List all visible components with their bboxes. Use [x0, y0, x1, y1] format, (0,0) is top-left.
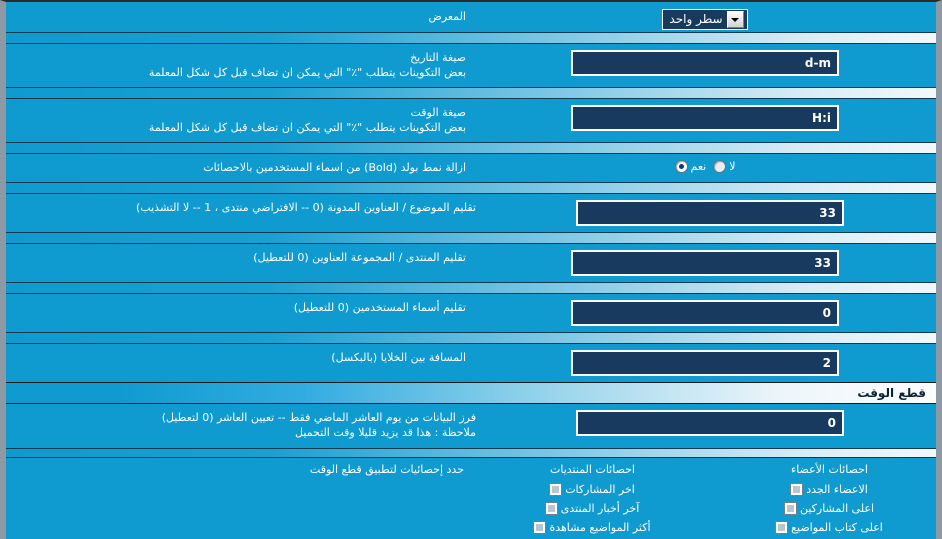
bold-removal-label-cell: ازالة نمط بولد (Bold) من اسماء المستخدمي… [6, 158, 474, 175]
row-time-slice: فرز البيانات من يوم العاشر الماضي فقط --… [6, 404, 936, 448]
radio-option-yes[interactable]: نعم [674, 160, 707, 173]
cell-spacing-input[interactable] [571, 350, 839, 376]
separator-1 [6, 32, 936, 44]
date-format-input[interactable] [571, 50, 839, 76]
trim-forum-input[interactable] [571, 250, 839, 276]
radio-no-icon[interactable] [713, 160, 727, 173]
checkbox-new-members[interactable] [791, 484, 803, 495]
radio-option-no[interactable]: لا [713, 160, 736, 173]
checkbox-label: الاعضاء الجدد [806, 483, 868, 496]
time-format-input[interactable] [571, 105, 839, 131]
radio-yes-label: نعم [690, 160, 707, 173]
time-slice-control-cell [484, 408, 936, 436]
display-mode-select[interactable]: سطر واحد [662, 9, 748, 30]
checkbox-top-thread-starters[interactable] [776, 522, 788, 533]
bold-removal-label: ازالة نمط بولد (Bold) من اسماء المستخدمي… [203, 161, 466, 174]
trim-forum-label-cell: تقليم المنتدى / المجموعة العناوين (0 للت… [6, 248, 474, 265]
row-trim-thread-titles: تقليم الموضوع / العناوين المدونة (0 -- ا… [6, 194, 936, 232]
row-trim-forum-titles: تقليم المنتدى / المجموعة العناوين (0 للت… [6, 244, 936, 282]
separator-7 [6, 332, 936, 344]
time-slice-heading: قطع الوقت [857, 386, 926, 400]
trim-thread-input[interactable] [576, 200, 844, 226]
checkbox-row[interactable]: اخر المشاركات [474, 480, 711, 499]
radio-yes-icon[interactable] [674, 160, 688, 173]
time-slice-label-cell: فرز البيانات من يوم العاشر الماضي فقط --… [6, 408, 484, 440]
trim-forum-label: تقليم المنتدى / المجموعة العناوين (0 للت… [253, 251, 466, 264]
display-mode-label: المعرض [428, 10, 466, 23]
checkbox-label: اخر المشاركات [565, 483, 635, 496]
checkbox-most-viewed-threads[interactable] [534, 522, 546, 533]
stats-selection-columns: احصائات المنتديات اخر المشاركات آخر أخبا… [474, 460, 936, 539]
checkbox-latest-forum-news[interactable] [545, 503, 557, 514]
trim-thread-label: تقليم الموضوع / العناوين المدونة (0 -- ا… [136, 201, 476, 214]
time-slice-note: ملاحظة : هذا قد يزيد قليلا وقت التحميل [295, 426, 476, 439]
date-format-label-cell: صيغة التاريخ بعض التكوينات يتطلب "٪" الت… [6, 48, 474, 80]
checkbox-row[interactable]: اعلى المشاركين [711, 499, 936, 518]
row-bold-removal: ازالة نمط بولد (Bold) من اسماء المستخدمي… [6, 154, 936, 182]
row-trim-usernames: تقليم أسماء المستخدمين (0 للتعطيل) [6, 294, 936, 332]
time-format-label: صيغة الوقت [410, 106, 466, 119]
checkbox-label: أكثر المواضيع مشاهدة [549, 521, 651, 534]
stats-column-members: احصائات الأعضاء الاعضاء الجدد اعلى المشا… [711, 460, 936, 539]
trim-usernames-label: تقليم أسماء المستخدمين (0 للتعطيل) [293, 301, 466, 314]
time-slice-section-header: قطع الوقت [6, 382, 936, 404]
radio-no-label: لا [729, 160, 736, 173]
stats-column-forums: احصائات المنتديات اخر المشاركات آخر أخبا… [474, 460, 711, 539]
checkbox-label: آخر أخبار المنتدى [560, 502, 640, 515]
bold-removal-radio-group: نعم لا [674, 160, 736, 173]
cell-spacing-label: المسافة بين الخلايا (بالبكسل) [331, 351, 466, 364]
cell-spacing-control-cell [474, 348, 936, 376]
bold-removal-control-cell: نعم لا [474, 158, 936, 173]
row-cell-spacing: المسافة بين الخلايا (بالبكسل) [6, 344, 936, 382]
row-date-format: صيغة التاريخ بعض التكوينات يتطلب "٪" الت… [6, 44, 936, 87]
stats-selection-area: حدد إحصائيات لتطبيق قطع الوقت احصائات ال… [6, 458, 936, 539]
time-format-control-cell [474, 103, 936, 131]
date-format-label: صيغة التاريخ [410, 51, 466, 64]
stats-selection-lead-label: حدد إحصائيات لتطبيق قطع الوقت [309, 463, 464, 476]
separator-3 [6, 142, 936, 154]
trim-usernames-label-cell: تقليم أسماء المستخدمين (0 للتعطيل) [6, 298, 474, 315]
checkbox-row[interactable]: آخر أخبار المنتدى [474, 499, 711, 518]
chevron-down-icon[interactable] [726, 11, 744, 28]
trim-thread-control-cell [484, 198, 936, 226]
cell-spacing-label-cell: المسافة بين الخلايا (بالبكسل) [6, 348, 474, 365]
display-mode-control-cell: سطر واحد [474, 7, 936, 30]
separator-4 [6, 182, 936, 194]
checkbox-row[interactable]: الاعضاء الجدد [711, 480, 936, 499]
display-mode-label-cell: المعرض [6, 7, 474, 24]
display-mode-selected-value: سطر واحد [669, 12, 723, 26]
checkbox-row[interactable]: اعلى كتاب المواضيع [711, 518, 936, 537]
stats-column-forums-title: احصائات المنتديات [550, 463, 635, 476]
checkbox-latest-posts[interactable] [550, 484, 562, 495]
separator-5 [6, 232, 936, 244]
settings-panel: المعرض سطر واحد صيغة التاريخ بعض التكوين… [0, 0, 942, 539]
separator-6 [6, 282, 936, 294]
trim-thread-label-cell: تقليم الموضوع / العناوين المدونة (0 -- ا… [6, 198, 484, 215]
separator-2 [6, 87, 936, 99]
time-slice-label: فرز البيانات من يوم العاشر الماضي فقط --… [161, 411, 476, 424]
checkbox-row[interactable]: أكثر المواضيع مشاهدة [474, 518, 711, 537]
date-format-control-cell [474, 48, 936, 76]
trim-usernames-input[interactable] [571, 300, 839, 326]
separator-8 [6, 448, 936, 458]
trim-usernames-control-cell [474, 298, 936, 326]
time-slice-input[interactable] [576, 410, 844, 436]
date-format-hint: بعض التكوينات يتطلب "٪" التي يمكن ان تضا… [148, 66, 466, 79]
row-display-mode: المعرض سطر واحد [6, 2, 936, 32]
stats-column-members-title: احصائات الأعضاء [791, 463, 868, 476]
time-format-label-cell: صيغة الوقت بعض التكوينات يتطلب "٪" التي … [6, 103, 474, 135]
checkbox-label: اعلى المشاركين [799, 502, 875, 515]
checkbox-top-posters[interactable] [784, 503, 796, 514]
time-format-hint: بعض التكوينات يتطلب "٪" التي يمكن ان تضا… [148, 121, 466, 134]
row-time-format: صيغة الوقت بعض التكوينات يتطلب "٪" التي … [6, 99, 936, 142]
trim-forum-control-cell [474, 248, 936, 276]
checkbox-label: اعلى كتاب المواضيع [791, 521, 883, 534]
